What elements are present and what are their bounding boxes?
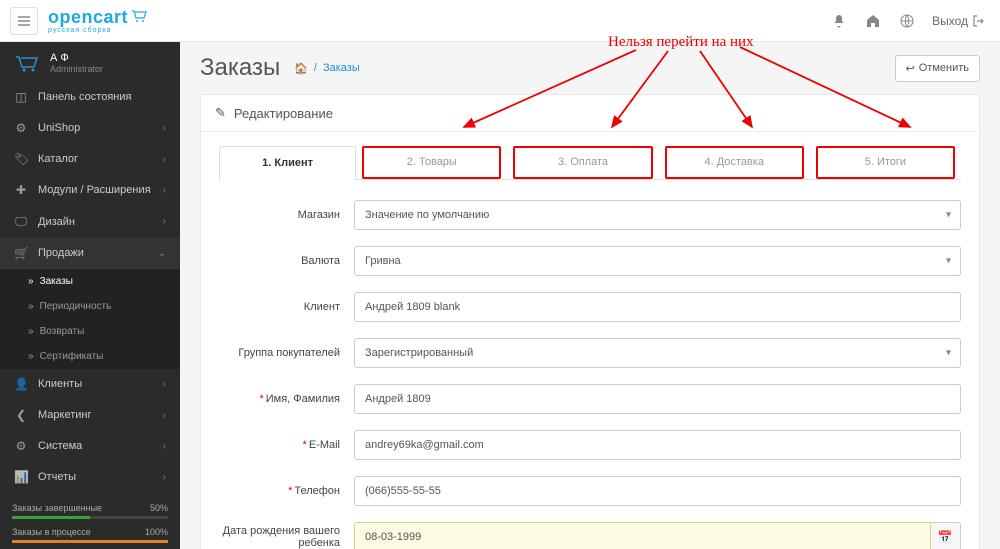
chevron-right-icon: › — [163, 441, 166, 452]
share-icon: ❮ — [14, 408, 28, 422]
stat-completed-label: Заказы завершенные — [12, 503, 102, 513]
client-label: Клиент — [219, 301, 354, 313]
stat-processing-pct: 100% — [145, 527, 168, 537]
tab-client[interactable]: 1. Клиент — [219, 146, 356, 180]
sidebar-item-catalog[interactable]: 🏷Каталог› — [0, 144, 180, 175]
store-select[interactable]: Значение по умолчанию — [354, 200, 961, 230]
page-title: Заказы — [200, 54, 280, 82]
phone-label: *Телефон — [219, 485, 354, 497]
globe-icon[interactable] — [892, 6, 922, 36]
logo-text: opencart — [48, 8, 150, 26]
sidebar-item-periodicity[interactable]: Периодичность — [0, 294, 180, 319]
notifications-icon[interactable] — [824, 6, 854, 36]
profile-role: Administrator — [50, 64, 103, 74]
calendar-icon: 📅 — [938, 530, 953, 544]
chevron-right-icon: › — [163, 379, 166, 390]
user-icon: 👤 — [14, 377, 28, 391]
chevron-right-icon: › — [163, 410, 166, 421]
stat-completed-bar — [12, 516, 168, 519]
chevron-right-icon: › — [163, 154, 166, 165]
breadcrumb-orders[interactable]: Заказы — [323, 62, 360, 74]
birth-label: Дата рождения вашего ребенка — [219, 525, 354, 549]
sidebar-item-modules[interactable]: ✚Модули / Расширения› — [0, 175, 180, 206]
sidebar-item-design[interactable]: 🖵Дизайн› — [0, 206, 180, 238]
profile-name: А Ф — [50, 52, 103, 64]
name-label: *Имя, Фамилия — [219, 393, 354, 405]
cart-icon: 🛒 — [14, 246, 28, 260]
sidebar-item-system[interactable]: ⚙Система› — [0, 431, 180, 462]
chevron-right-icon: › — [163, 185, 166, 196]
stat-completed-pct: 50% — [150, 503, 168, 513]
email-input[interactable] — [354, 430, 961, 460]
group-label: Группа покупателей — [219, 347, 354, 359]
phone-input[interactable] — [354, 476, 961, 506]
chevron-down-icon: ⌄ — [158, 248, 166, 259]
name-input[interactable] — [354, 384, 961, 414]
cancel-button[interactable]: ↩Отменить — [895, 55, 980, 82]
currency-select[interactable]: Гривна — [354, 246, 961, 276]
profile-cart-icon — [14, 53, 42, 73]
panel-title: Редактирование — [234, 106, 333, 121]
stat-processing-label: Заказы в процессе — [12, 527, 91, 537]
logout-label: Выход — [932, 14, 968, 28]
pencil-icon: ✎ — [215, 105, 226, 121]
store-label: Магазин — [219, 209, 354, 221]
tab-delivery[interactable]: 4. Доставка — [665, 146, 804, 179]
logo-subtitle: русская сборка — [48, 27, 150, 34]
desktop-icon: 🖵 — [14, 214, 28, 229]
tab-totals[interactable]: 5. Итоги — [816, 146, 955, 179]
stat-processing-bar — [12, 540, 168, 543]
home-icon[interactable] — [858, 6, 888, 36]
chevron-right-icon: › — [163, 216, 166, 227]
menu-toggle-button[interactable] — [10, 7, 38, 35]
panel-header: ✎ Редактирование — [201, 95, 979, 132]
logout-button[interactable]: Выход — [926, 14, 990, 28]
logo: opencart русская сборка — [48, 8, 150, 34]
annotation-text: Нельзя перейти на них — [608, 34, 754, 51]
chevron-right-icon: › — [163, 472, 166, 483]
sidebar-item-clients[interactable]: 👤Клиенты› — [0, 369, 180, 400]
chart-icon: 📊 — [14, 470, 28, 484]
reply-icon: ↩ — [906, 62, 915, 75]
puzzle-icon: ✚ — [14, 183, 28, 197]
breadcrumb-home-icon[interactable]: 🏠 — [294, 62, 308, 75]
sidebar-item-dashboard[interactable]: ◫Панель состояния — [0, 82, 180, 113]
chevron-right-icon: › — [163, 123, 166, 134]
sidebar-item-certificates[interactable]: Сертификаты — [0, 344, 180, 369]
birth-input[interactable] — [354, 522, 931, 549]
client-input[interactable] — [354, 292, 961, 322]
sidebar-item-sales[interactable]: 🛒Продажи⌄ — [0, 238, 180, 269]
email-label: *E-Mail — [219, 439, 354, 451]
tab-payment[interactable]: 3. Оплата — [513, 146, 652, 179]
tag-icon: 🏷 — [14, 152, 28, 166]
sidebar-item-marketing[interactable]: ❮Маркетинг› — [0, 400, 180, 431]
calendar-button[interactable]: 📅 — [931, 522, 961, 549]
breadcrumb: 🏠 / Заказы — [294, 62, 360, 75]
sidebar-item-orders[interactable]: Заказы — [0, 269, 180, 294]
sidebar-item-reports[interactable]: 📊Отчеты› — [0, 462, 180, 493]
sidebar-item-returns[interactable]: Возвраты — [0, 319, 180, 344]
gear-icon: ⚙ — [14, 121, 28, 135]
dashboard-icon: ◫ — [14, 90, 28, 104]
gear-icon: ⚙ — [14, 439, 28, 453]
currency-label: Валюта — [219, 255, 354, 267]
group-select[interactable]: Зарегистрированный — [354, 338, 961, 368]
tab-products[interactable]: 2. Товары — [362, 146, 501, 179]
sidebar-item-unishop[interactable]: ⚙UniShop› — [0, 113, 180, 144]
